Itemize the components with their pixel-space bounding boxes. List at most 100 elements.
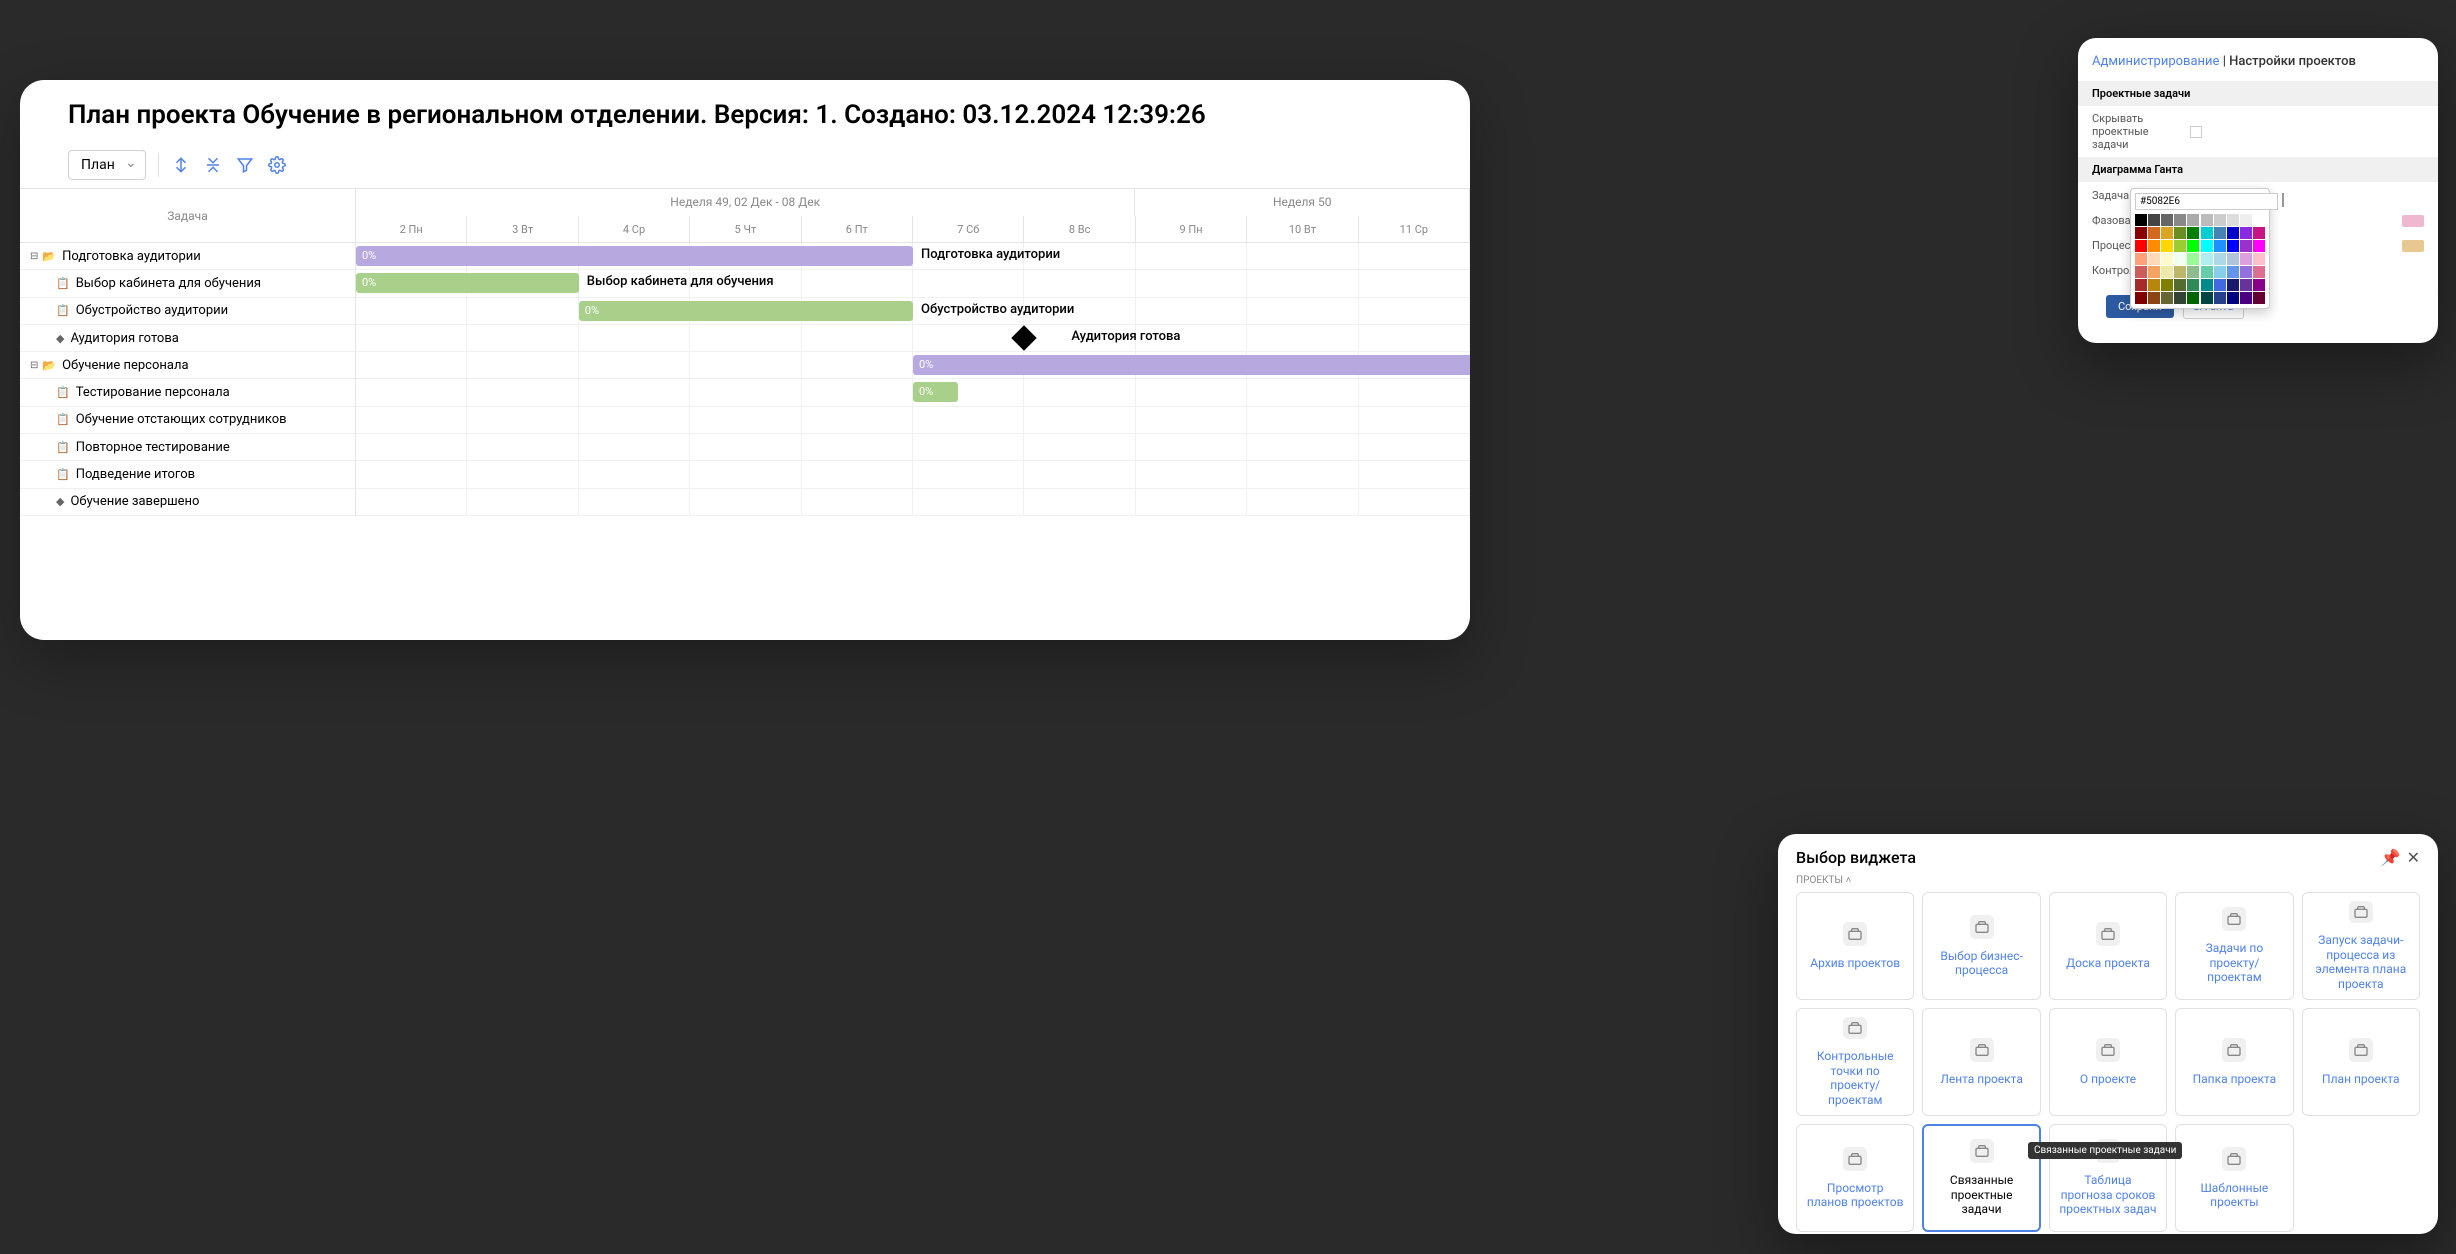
pin-icon[interactable]: 📌 bbox=[2381, 848, 2401, 867]
palette-cell[interactable] bbox=[2174, 292, 2186, 304]
gantt-bar[interactable]: 0% bbox=[356, 246, 913, 266]
palette-cell[interactable] bbox=[2174, 227, 2186, 239]
palette-cell[interactable] bbox=[2253, 266, 2265, 278]
palette-cell[interactable] bbox=[2174, 253, 2186, 265]
palette-cell[interactable] bbox=[2135, 240, 2147, 252]
palette-cell[interactable] bbox=[2227, 292, 2239, 304]
palette-cell[interactable] bbox=[2148, 214, 2160, 226]
palette-cell[interactable] bbox=[2187, 227, 2199, 239]
palette-cell[interactable] bbox=[2253, 227, 2265, 239]
palette-cell[interactable] bbox=[2240, 279, 2252, 291]
hide-tasks-checkbox[interactable] bbox=[2190, 126, 2202, 138]
palette-cell[interactable] bbox=[2201, 279, 2213, 291]
palette-cell[interactable] bbox=[2135, 292, 2147, 304]
widget-card[interactable]: Просмотр планов проектов bbox=[1796, 1124, 1914, 1232]
palette-cell[interactable] bbox=[2201, 214, 2213, 226]
task-row[interactable]: 📋Тестирование персонала bbox=[20, 379, 355, 406]
widget-card[interactable]: Контрольные точки по проекту/проектам bbox=[1796, 1008, 1914, 1116]
widget-card[interactable]: Папка проекта bbox=[2175, 1008, 2293, 1116]
filter-icon[interactable] bbox=[235, 155, 255, 175]
palette-cell[interactable] bbox=[2148, 279, 2160, 291]
palette-cell[interactable] bbox=[2174, 240, 2186, 252]
palette-cell[interactable] bbox=[2201, 266, 2213, 278]
palette-cell[interactable] bbox=[2201, 227, 2213, 239]
palette-cell[interactable] bbox=[2240, 253, 2252, 265]
palette-cell[interactable] bbox=[2148, 227, 2160, 239]
palette-cell[interactable] bbox=[2187, 266, 2199, 278]
palette-cell[interactable] bbox=[2135, 214, 2147, 226]
palette-cell[interactable] bbox=[2161, 266, 2173, 278]
gantt-bar[interactable]: 0% bbox=[356, 273, 579, 293]
gear-icon[interactable] bbox=[267, 155, 287, 175]
palette-cell[interactable] bbox=[2135, 279, 2147, 291]
palette-cell[interactable] bbox=[2187, 253, 2199, 265]
widget-card[interactable]: О проекте bbox=[2049, 1008, 2167, 1116]
plan-selector[interactable]: План bbox=[68, 150, 146, 180]
palette-cell[interactable] bbox=[2240, 240, 2252, 252]
palette-cell[interactable] bbox=[2227, 266, 2239, 278]
palette-cell[interactable] bbox=[2201, 253, 2213, 265]
task-row[interactable]: ⊟📂Обучение персонала bbox=[20, 352, 355, 379]
palette-cell[interactable] bbox=[2240, 266, 2252, 278]
collapse-icon[interactable]: ⊟ bbox=[30, 360, 38, 371]
task-row[interactable]: 📋Обустройство аудитории bbox=[20, 298, 355, 325]
palette-cell[interactable] bbox=[2227, 253, 2239, 265]
palette-cell[interactable] bbox=[2253, 292, 2265, 304]
palette-cell[interactable] bbox=[2148, 266, 2160, 278]
process-color-swatch[interactable] bbox=[2402, 240, 2424, 252]
palette-cell[interactable] bbox=[2227, 240, 2239, 252]
palette-cell[interactable] bbox=[2148, 240, 2160, 252]
palette-cell[interactable] bbox=[2253, 214, 2265, 226]
palette-cell[interactable] bbox=[2174, 279, 2186, 291]
collapse-all-icon[interactable] bbox=[203, 155, 223, 175]
palette-cell[interactable] bbox=[2240, 292, 2252, 304]
task-row[interactable]: 📋Подведение итогов bbox=[20, 461, 355, 488]
close-icon[interactable]: ✕ bbox=[2407, 848, 2420, 867]
palette-cell[interactable] bbox=[2253, 253, 2265, 265]
palette-cell[interactable] bbox=[2148, 253, 2160, 265]
expand-all-icon[interactable] bbox=[171, 155, 191, 175]
gantt-bar[interactable]: 0% bbox=[913, 382, 958, 402]
widget-card[interactable]: Лента проекта bbox=[1922, 1008, 2040, 1116]
widget-card[interactable]: Архив проектов bbox=[1796, 892, 1914, 1000]
palette-cell[interactable] bbox=[2214, 292, 2226, 304]
palette-cell[interactable] bbox=[2135, 253, 2147, 265]
palette-cell[interactable] bbox=[2161, 227, 2173, 239]
phase-color-swatch[interactable] bbox=[2402, 215, 2424, 227]
palette-cell[interactable] bbox=[2214, 279, 2226, 291]
widget-card[interactable]: Задачи по проекту/проектам bbox=[2175, 892, 2293, 1000]
palette-cell[interactable] bbox=[2135, 227, 2147, 239]
collapse-icon[interactable]: ⊟ bbox=[30, 251, 38, 262]
task-row[interactable]: 📋Обучение отстающих сотрудников bbox=[20, 407, 355, 434]
widget-card[interactable]: Связанные проектные задачи bbox=[1922, 1124, 2040, 1232]
gantt-bar[interactable]: 0% bbox=[913, 355, 1470, 375]
palette-cell[interactable] bbox=[2201, 292, 2213, 304]
palette-cell[interactable] bbox=[2240, 214, 2252, 226]
task-row[interactable]: 📋Повторное тестирование bbox=[20, 434, 355, 461]
palette-cell[interactable] bbox=[2174, 266, 2186, 278]
widget-card[interactable]: Таблица прогноза сроков проектных задач bbox=[2049, 1124, 2167, 1232]
palette-cell[interactable] bbox=[2161, 292, 2173, 304]
palette-cell[interactable] bbox=[2187, 240, 2199, 252]
palette-cell[interactable] bbox=[2253, 240, 2265, 252]
palette-cell[interactable] bbox=[2227, 279, 2239, 291]
hex-input[interactable] bbox=[2135, 193, 2278, 210]
palette-cell[interactable] bbox=[2148, 292, 2160, 304]
task-row[interactable]: ◆Аудитория готова bbox=[20, 325, 355, 352]
palette-cell[interactable] bbox=[2187, 292, 2199, 304]
widget-card[interactable]: План проекта bbox=[2302, 1008, 2420, 1116]
palette-cell[interactable] bbox=[2187, 214, 2199, 226]
gantt-bar[interactable]: 0% bbox=[579, 301, 913, 321]
palette-cell[interactable] bbox=[2135, 266, 2147, 278]
widget-card[interactable]: Шаблонные проекты bbox=[2175, 1124, 2293, 1232]
palette-cell[interactable] bbox=[2253, 279, 2265, 291]
palette-cell[interactable] bbox=[2214, 240, 2226, 252]
palette-cell[interactable] bbox=[2227, 227, 2239, 239]
palette-cell[interactable] bbox=[2161, 240, 2173, 252]
widget-card[interactable]: Запуск задачи-процесса из элемента плана… bbox=[2302, 892, 2420, 1000]
palette-cell[interactable] bbox=[2187, 279, 2199, 291]
breadcrumb-admin-link[interactable]: Администрирование bbox=[2092, 54, 2219, 69]
task-row[interactable]: ⊟📂Подготовка аудитории bbox=[20, 243, 355, 270]
palette-cell[interactable] bbox=[2214, 253, 2226, 265]
palette-cell[interactable] bbox=[2161, 253, 2173, 265]
